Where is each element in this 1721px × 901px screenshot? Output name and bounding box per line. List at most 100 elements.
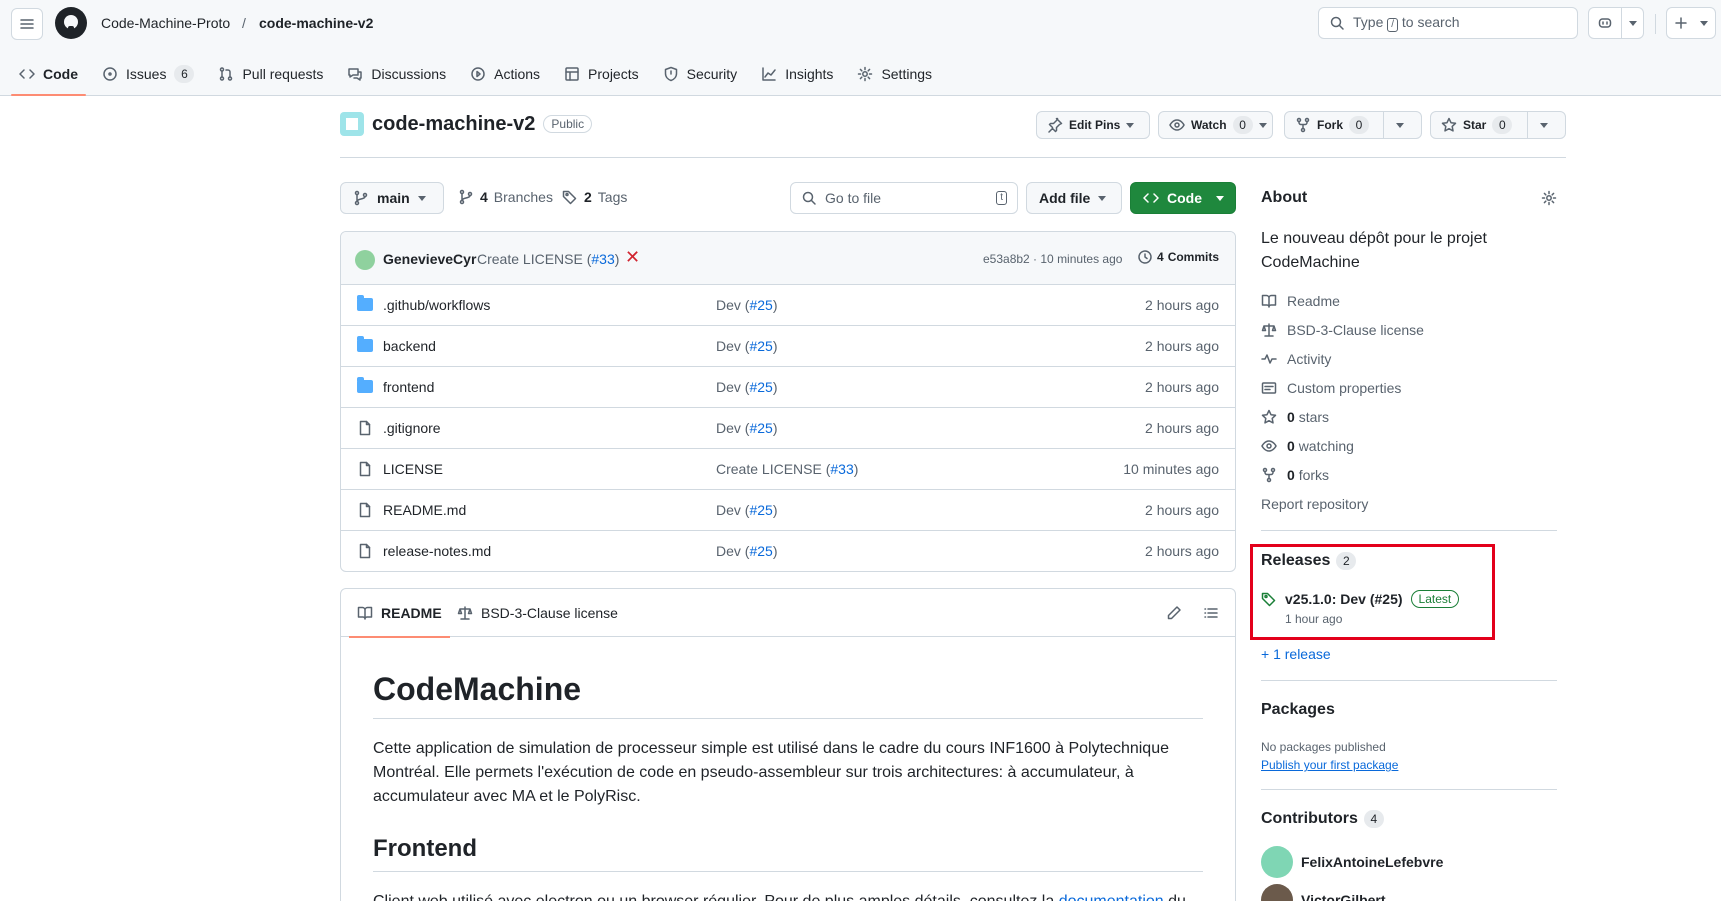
list-icon[interactable] — [1203, 605, 1219, 621]
fork-button[interactable]: Fork 0 — [1284, 111, 1422, 139]
tab-license[interactable]: BSD-3-Clause license — [457, 589, 618, 637]
go-to-file-placeholder: Go to file — [825, 190, 882, 206]
file-name[interactable]: frontend — [383, 379, 434, 395]
about-item-watching[interactable]: 0 watching — [1261, 438, 1354, 454]
fork-dropdown[interactable] — [1383, 112, 1416, 138]
github-logo-icon[interactable] — [55, 7, 87, 39]
tab-actions[interactable]: Actions — [462, 52, 548, 96]
fork-icon — [1261, 467, 1277, 483]
contributor-item[interactable]: VictorGilbert — [1261, 884, 1386, 901]
tab-security[interactable]: Security — [655, 52, 746, 96]
breadcrumb-repo[interactable]: code-machine-v2 — [259, 15, 373, 31]
contributors-header[interactable]: Contributors 4 — [1261, 810, 1557, 828]
avatar[interactable] — [355, 250, 375, 270]
table-row[interactable]: LICENSE Create LICENSE (#33) 10 minutes … — [341, 449, 1235, 490]
watch-button[interactable]: Watch 0 — [1158, 111, 1273, 139]
readme-panel: README BSD-3-Clause license CodeMachine … — [340, 588, 1236, 901]
tags-link[interactable]: 2 Tags — [562, 189, 627, 205]
table-row[interactable]: README.md Dev (#25) 2 hours ago — [341, 490, 1235, 531]
table-row[interactable]: frontend Dev (#25) 2 hours ago — [341, 367, 1235, 408]
file-commit-message[interactable]: Dev (#25) — [716, 502, 777, 518]
table-row[interactable]: .github/workflows Dev (#25) 2 hours ago — [341, 285, 1235, 326]
commit-author[interactable]: GenevieveCyr — [383, 251, 476, 267]
packages-title[interactable]: Packages — [1261, 701, 1557, 719]
folder-icon — [357, 336, 373, 352]
go-to-file-input[interactable]: Go to file t — [790, 182, 1018, 214]
readme-body: CodeMachine Cette application de simulat… — [341, 671, 1235, 901]
code-icon — [1143, 190, 1159, 206]
tab-pull-requests[interactable]: Pull requests — [210, 52, 331, 96]
star-button[interactable]: Star 0 — [1430, 111, 1566, 139]
copilot-button[interactable] — [1588, 7, 1644, 39]
gear-icon[interactable] — [1541, 190, 1557, 206]
tab-discussions[interactable]: Discussions — [339, 52, 454, 96]
breadcrumb-separator: / — [242, 15, 246, 31]
branches-link[interactable]: 4 Branches — [458, 189, 553, 205]
file-name[interactable]: backend — [383, 338, 436, 354]
commit-sha-time[interactable]: e53a8b2 · 10 minutes ago — [983, 252, 1122, 266]
table-row[interactable]: .gitignore Dev (#25) 2 hours ago — [341, 408, 1235, 449]
repo-name[interactable]: code-machine-v2 — [372, 113, 535, 136]
readme-tabs: README BSD-3-Clause license — [341, 589, 1235, 638]
report-repository-link[interactable]: Report repository — [1261, 496, 1368, 512]
table-row[interactable]: release-notes.md Dev (#25) 2 hours ago — [341, 531, 1235, 571]
global-search[interactable]: Type / to search — [1318, 7, 1578, 39]
latest-release[interactable]: v25.1.0: Dev (#25) Latest — [1261, 590, 1460, 608]
file-name[interactable]: .github/workflows — [383, 297, 490, 313]
releases-header[interactable]: Releases 2 — [1261, 552, 1557, 570]
documentation-link[interactable]: documentation — [1059, 893, 1164, 901]
pencil-icon[interactable] — [1166, 605, 1182, 621]
tab-settings[interactable]: Settings — [849, 52, 940, 96]
commits-link[interactable]: 4 Commits — [1137, 249, 1219, 265]
star-dropdown[interactable] — [1527, 112, 1560, 138]
gear-icon — [857, 66, 873, 82]
chevron-down-icon — [1695, 8, 1713, 38]
about-item-custom-properties[interactable]: Custom properties — [1261, 380, 1401, 396]
menu-button[interactable] — [11, 8, 43, 40]
tab-label: Projects — [588, 66, 639, 82]
about-item-license[interactable]: BSD-3-Clause license — [1261, 322, 1424, 338]
breadcrumb-org[interactable]: Code-Machine-Proto — [101, 15, 230, 31]
branch-selector[interactable]: main — [340, 182, 444, 214]
table-row[interactable]: backend Dev (#25) 2 hours ago — [341, 326, 1235, 367]
file-name[interactable]: release-notes.md — [383, 543, 491, 559]
tab-label: Security — [686, 66, 738, 82]
star-icon — [1261, 409, 1277, 425]
file-commit-message[interactable]: Dev (#25) — [716, 420, 777, 436]
tab-label: Code — [43, 66, 78, 82]
code-button[interactable]: Code — [1130, 182, 1236, 214]
chevron-down-icon — [1216, 195, 1224, 201]
tab-readme[interactable]: README — [349, 589, 450, 638]
about-item-readme[interactable]: Readme — [1261, 293, 1340, 309]
file-commit-message[interactable]: Dev (#25) — [716, 297, 777, 313]
publish-package-link[interactable]: Publish your first package — [1261, 758, 1398, 772]
about-item-forks[interactable]: 0 forks — [1261, 467, 1329, 483]
about-item-stars[interactable]: 0 stars — [1261, 409, 1329, 425]
more-releases-link[interactable]: + 1 release — [1261, 646, 1331, 662]
file-name[interactable]: .gitignore — [383, 420, 441, 436]
contributor-item[interactable]: FelixAntoineLefebvre — [1261, 846, 1443, 878]
tab-issues[interactable]: Issues 6 — [94, 52, 202, 96]
file-commit-message[interactable]: Dev (#25) — [716, 379, 777, 395]
sidebar-divider — [1261, 680, 1557, 681]
file-commit-message[interactable]: Create LICENSE (#33) — [716, 461, 858, 477]
tab-code[interactable]: Code — [11, 52, 86, 96]
create-new-button[interactable] — [1666, 7, 1716, 39]
file-commit-message[interactable]: Dev (#25) — [716, 338, 777, 354]
contributor-name: FelixAntoineLefebvre — [1301, 854, 1444, 870]
about-item-activity[interactable]: Activity — [1261, 351, 1331, 367]
file-name[interactable]: LICENSE — [383, 461, 443, 477]
edit-pins-button[interactable]: Edit Pins — [1036, 111, 1150, 139]
file-commit-message[interactable]: Dev (#25) — [716, 543, 777, 559]
avatar — [1261, 846, 1293, 878]
chevron-down-icon — [1621, 8, 1643, 38]
code-icon — [19, 66, 35, 82]
tab-projects[interactable]: Projects — [556, 52, 647, 96]
file-name[interactable]: README.md — [383, 502, 466, 518]
x-icon[interactable]: ✕ — [625, 247, 640, 268]
search-icon — [801, 190, 817, 206]
tab-insights[interactable]: Insights — [753, 52, 841, 96]
commit-message[interactable]: Create LICENSE (#33) — [477, 251, 619, 267]
add-file-button[interactable]: Add file — [1026, 182, 1122, 214]
chevron-down-icon — [1396, 122, 1404, 128]
